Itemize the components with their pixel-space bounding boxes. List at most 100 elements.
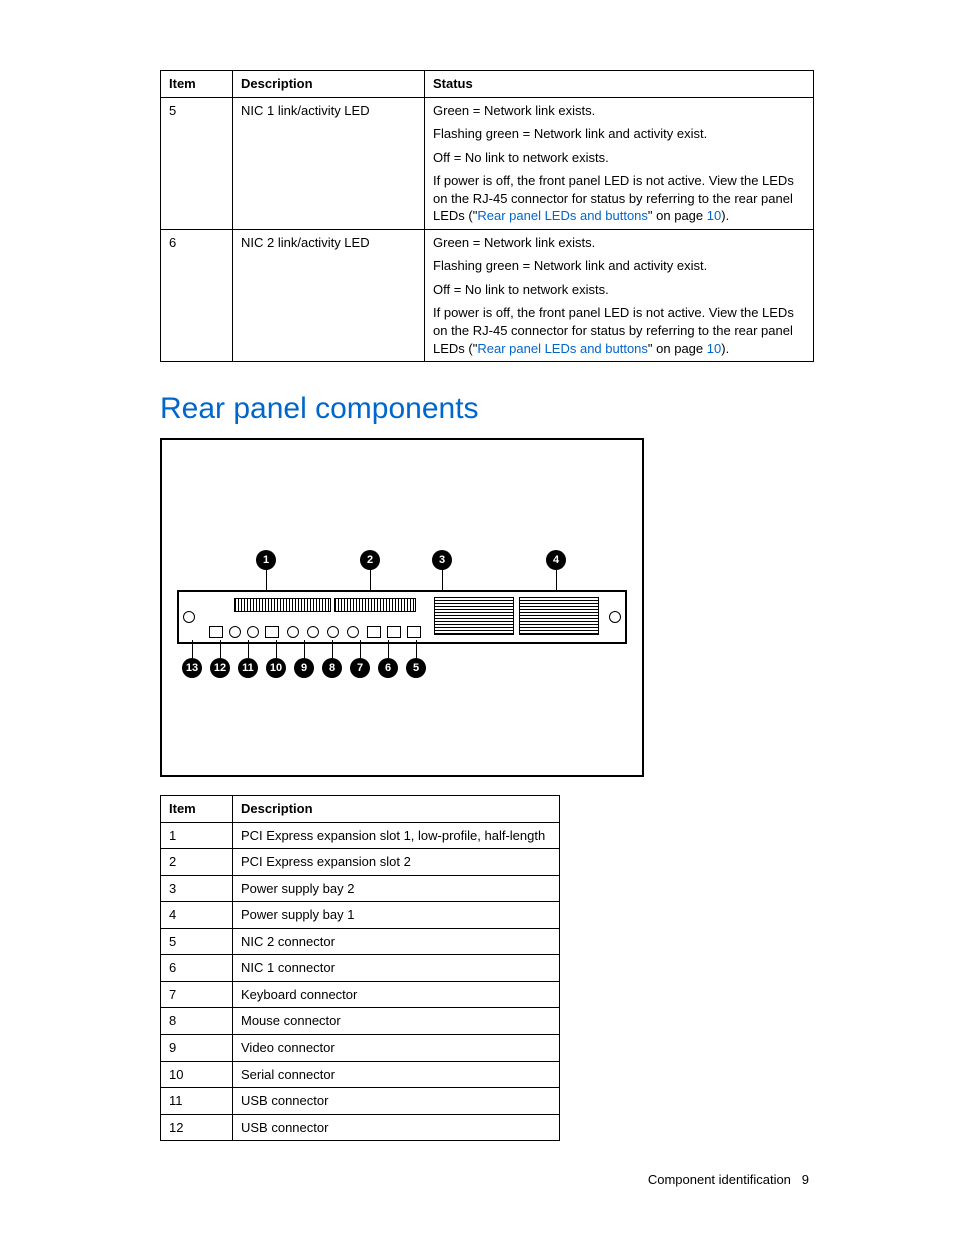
- port-icon: [327, 626, 339, 638]
- status-line: Flashing green = Network link and activi…: [433, 257, 805, 275]
- section-heading: Rear panel components: [160, 392, 814, 426]
- status-text: " on page: [648, 208, 707, 223]
- cell-desc: USB connector: [233, 1088, 560, 1115]
- cell-item: 11: [161, 1088, 233, 1115]
- cell-desc: NIC 1 link/activity LED: [233, 97, 425, 229]
- rear-panel-components-table: Item Description 1PCI Express expansion …: [160, 795, 560, 1141]
- status-line: Green = Network link exists.: [433, 102, 805, 120]
- status-line: If power is off, the front panel LED is …: [433, 172, 805, 225]
- rear-panel-leds-link[interactable]: Rear panel LEDs and buttons: [477, 208, 648, 223]
- cell-item: 6: [161, 229, 233, 361]
- callout-lead: [416, 640, 417, 658]
- rear-panel: [177, 590, 627, 644]
- port-icon: [265, 626, 279, 638]
- cell-desc: Power supply bay 2: [233, 875, 560, 902]
- footer-page: 9: [802, 1172, 809, 1187]
- cell-item: 5: [161, 97, 233, 229]
- port-icon: [407, 626, 421, 638]
- status-line: Green = Network link exists.: [433, 234, 805, 252]
- cell-desc: Power supply bay 1: [233, 902, 560, 929]
- callout-bot: 11: [238, 658, 258, 678]
- table-row: 10Serial connector: [161, 1061, 560, 1088]
- cell-desc: NIC 1 connector: [233, 955, 560, 982]
- callout-bot: 12: [210, 658, 230, 678]
- cell-desc: Keyboard connector: [233, 981, 560, 1008]
- th-item: Item: [161, 796, 233, 823]
- table-row: 9Video connector: [161, 1035, 560, 1062]
- table-row: 12USB connector: [161, 1114, 560, 1141]
- cell-item: 6: [161, 955, 233, 982]
- table-row: 7Keyboard connector: [161, 981, 560, 1008]
- th-item: Item: [161, 71, 233, 98]
- port-icon: [347, 626, 359, 638]
- psu-bay: [519, 597, 599, 635]
- table-row: 6 NIC 2 link/activity LED Green = Networ…: [161, 229, 814, 361]
- port-icon: [247, 626, 259, 638]
- cell-item: 2: [161, 849, 233, 876]
- table-row: 8Mouse connector: [161, 1008, 560, 1035]
- th-desc: Description: [233, 71, 425, 98]
- callout-lead: [304, 640, 305, 658]
- cell-desc: NIC 2 connector: [233, 928, 560, 955]
- pci-slot: [234, 598, 331, 612]
- cell-desc: NIC 2 link/activity LED: [233, 229, 425, 361]
- callout-bot: 9: [294, 658, 314, 678]
- callout-bot: 6: [378, 658, 398, 678]
- port-icon: [367, 626, 381, 638]
- table-row: 6NIC 1 connector: [161, 955, 560, 982]
- cell-item: 5: [161, 928, 233, 955]
- th-status: Status: [425, 71, 814, 98]
- callout-top: 4: [546, 550, 566, 570]
- page-link[interactable]: 10: [707, 341, 721, 356]
- led-status-table: Item Description Status 5 NIC 1 link/act…: [160, 70, 814, 362]
- table-row: 1PCI Express expansion slot 1, low-profi…: [161, 822, 560, 849]
- cell-item: 3: [161, 875, 233, 902]
- pci-slot: [334, 598, 416, 612]
- status-line: Off = No link to network exists.: [433, 281, 805, 299]
- rear-panel-leds-link[interactable]: Rear panel LEDs and buttons: [477, 341, 648, 356]
- cell-desc: Video connector: [233, 1035, 560, 1062]
- callout-lead: [388, 640, 389, 658]
- callout-bot: 5: [406, 658, 426, 678]
- cell-desc: Serial connector: [233, 1061, 560, 1088]
- callout-lead: [276, 640, 277, 658]
- page-footer: Component identification 9: [648, 1172, 809, 1187]
- cell-item: 7: [161, 981, 233, 1008]
- status-line: Off = No link to network exists.: [433, 149, 805, 167]
- cell-item: 8: [161, 1008, 233, 1035]
- footer-section: Component identification: [648, 1172, 791, 1187]
- callout-bot: 10: [266, 658, 286, 678]
- cell-item: 12: [161, 1114, 233, 1141]
- table-row: 5 NIC 1 link/activity LED Green = Networ…: [161, 97, 814, 229]
- table-row: 5NIC 2 connector: [161, 928, 560, 955]
- port-icon: [229, 626, 241, 638]
- cell-desc: PCI Express expansion slot 1, low-profil…: [233, 822, 560, 849]
- cell-status: Green = Network link exists. Flashing gr…: [425, 229, 814, 361]
- port-icon: [287, 626, 299, 638]
- cell-desc: PCI Express expansion slot 2: [233, 849, 560, 876]
- th-desc: Description: [233, 796, 560, 823]
- cell-item: 4: [161, 902, 233, 929]
- cell-desc: Mouse connector: [233, 1008, 560, 1035]
- callout-lead: [192, 640, 193, 658]
- status-text: " on page: [648, 341, 707, 356]
- psu-bay: [434, 597, 514, 635]
- callout-lead: [360, 640, 361, 658]
- port-icon: [307, 626, 319, 638]
- callout-lead: [332, 640, 333, 658]
- table-row: 11USB connector: [161, 1088, 560, 1115]
- status-text: ).: [721, 341, 729, 356]
- port-icon: [209, 626, 223, 638]
- callout-bot: 13: [182, 658, 202, 678]
- cell-item: 10: [161, 1061, 233, 1088]
- table-row: 4Power supply bay 1: [161, 902, 560, 929]
- page-link[interactable]: 10: [707, 208, 721, 223]
- cell-item: 1: [161, 822, 233, 849]
- screw-icon: [183, 611, 195, 623]
- callout-top: 3: [432, 550, 452, 570]
- table-row: 2PCI Express expansion slot 2: [161, 849, 560, 876]
- callout-lead: [248, 640, 249, 658]
- status-line: If power is off, the front panel LED is …: [433, 304, 805, 357]
- callout-bot: 7: [350, 658, 370, 678]
- status-line: Flashing green = Network link and activi…: [433, 125, 805, 143]
